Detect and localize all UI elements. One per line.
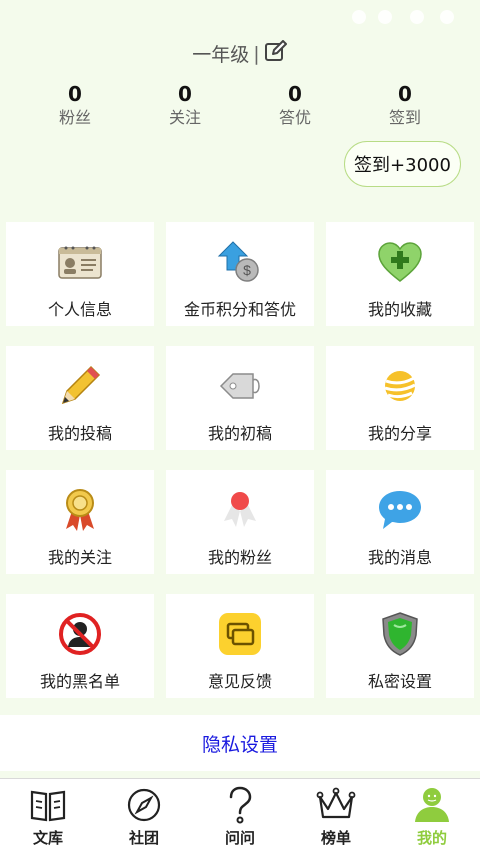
menu-item-label: 金币积分和答优	[183, 300, 296, 319]
menu-item-following[interactable]: 我的关注	[6, 470, 154, 574]
tab-clubs[interactable]: 社团	[96, 779, 192, 853]
menu-item-label: 个人信息	[47, 300, 112, 319]
crown-icon	[316, 785, 356, 825]
bottom-tab-bar: 文库 社团 问问 榜单 我的	[0, 778, 480, 853]
share-ball-icon	[376, 362, 424, 410]
heart-plus-icon	[376, 238, 424, 286]
menu-item-label: 我的关注	[47, 548, 112, 567]
menu-item-drafts[interactable]: 我的初稿	[166, 346, 314, 450]
stat-label: 答优	[278, 108, 311, 127]
menu-item-label: 我的黑名单	[39, 672, 120, 691]
menu-item-label: 我的粉丝	[207, 548, 272, 567]
stat-checkins[interactable]: 0 签到	[350, 82, 460, 130]
menu-item-favorites[interactable]: 我的收藏	[326, 222, 474, 326]
menu-item-label: 我的投稿	[47, 424, 112, 443]
menu-item-label: 我的消息	[367, 548, 432, 567]
edit-icon[interactable]	[264, 40, 288, 67]
menu-item-label: 我的分享	[367, 424, 432, 443]
id-card-icon	[56, 238, 104, 286]
menu-item-label: 意见反馈	[207, 672, 272, 691]
compass-icon	[124, 785, 164, 825]
stat-value: 0	[288, 82, 302, 106]
stat-label: 粉丝	[58, 108, 91, 127]
menu-item-feedback[interactable]: 意见反馈	[166, 594, 314, 698]
coin-upgrade-icon: $	[216, 238, 264, 286]
status-bar	[0, 0, 480, 34]
user-icon	[412, 785, 452, 825]
stat-best-answers[interactable]: 0 答优	[240, 82, 350, 130]
blocked-user-icon	[56, 610, 104, 658]
menu-item-fans[interactable]: 我的粉丝	[166, 470, 314, 574]
shield-icon	[376, 610, 424, 658]
grade-separator: |	[253, 42, 260, 65]
status-dot-icon	[440, 10, 454, 24]
tab-mine[interactable]: 我的	[384, 779, 480, 853]
status-dot-icon	[352, 10, 366, 24]
stat-fans[interactable]: 0 粉丝	[20, 82, 130, 130]
tab-label: 问问	[224, 829, 255, 847]
tab-library[interactable]: 文库	[0, 779, 96, 853]
tab-questions[interactable]: 问问	[192, 779, 288, 853]
question-icon	[220, 785, 260, 825]
tab-label: 我的	[416, 829, 447, 847]
chat-bubble-icon	[376, 486, 424, 534]
pencil-icon	[56, 362, 104, 410]
stat-following[interactable]: 0 关注	[130, 82, 240, 130]
price-tag-icon	[216, 362, 264, 410]
tab-rankings[interactable]: 榜单	[288, 779, 384, 853]
menu-item-blacklist[interactable]: 我的黑名单	[6, 594, 154, 698]
menu-item-submissions[interactable]: 我的投稿	[6, 346, 154, 450]
status-dot-icon	[378, 10, 392, 24]
svg-text:$: $	[243, 262, 251, 278]
menu-item-messages[interactable]: 我的消息	[326, 470, 474, 574]
grade-label: 一年级	[192, 44, 250, 66]
stat-value: 0	[178, 82, 192, 106]
book-icon	[28, 785, 68, 825]
menu-item-private-settings[interactable]: 私密设置	[326, 594, 474, 698]
stat-label: 关注	[168, 108, 201, 127]
fans-ribbon-icon	[216, 486, 264, 534]
menu-item-label: 我的收藏	[367, 300, 432, 319]
stats-row: 0 粉丝 0 关注 0 答优 0 签到	[0, 82, 480, 132]
menu-item-coins[interactable]: $ 金币积分和答优	[166, 222, 314, 326]
menu-item-label: 私密设置	[367, 672, 432, 691]
stat-label: 签到	[388, 108, 421, 127]
status-dot-icon	[410, 10, 424, 24]
stat-value: 0	[68, 82, 82, 106]
tab-label: 社团	[128, 829, 159, 847]
menu-item-label: 我的初稿	[207, 424, 272, 443]
menu-item-profile-info[interactable]: 个人信息	[6, 222, 154, 326]
menu-item-shares[interactable]: 我的分享	[326, 346, 474, 450]
stat-value: 0	[398, 82, 412, 106]
checkin-button[interactable]: 签到+3000	[344, 141, 461, 187]
tab-label: 文库	[32, 829, 63, 847]
award-ribbon-icon	[56, 486, 104, 534]
tab-label: 榜单	[320, 829, 351, 847]
grade-row[interactable]: 一年级 |	[192, 40, 287, 67]
profile-header: 一年级 |	[0, 40, 480, 70]
feedback-icon	[216, 610, 264, 658]
privacy-settings-link[interactable]: 隐私设置	[0, 715, 480, 771]
